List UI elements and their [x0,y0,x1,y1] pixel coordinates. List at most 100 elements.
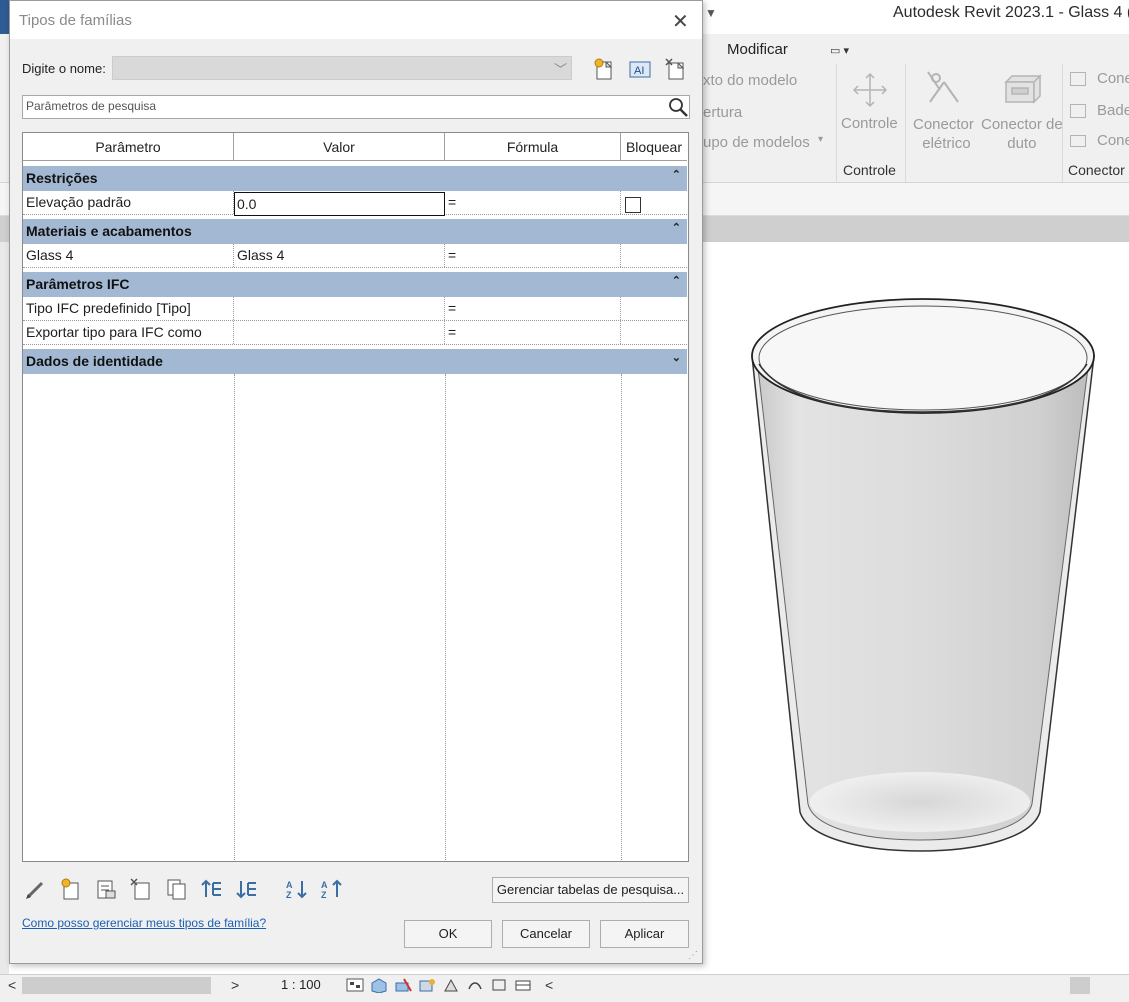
detail-level-icon[interactable] [346,977,364,993]
ribbon-separator [905,64,906,182]
ribbon-item-abertura[interactable]: ertura [703,104,742,121]
tab-modificar[interactable]: Modificar [727,41,788,58]
group-label: Dados de identidade [26,353,163,369]
param-name: Glass 4 [23,244,234,267]
delete-type-icon[interactable] [664,57,688,81]
formula-cell[interactable]: = [445,244,621,267]
param-name: Exportar tipo para IFC como [23,321,234,344]
family-types-dialog: Tipos de famílias ✕ Digite o nome: ﹀ AI … [9,0,703,964]
group-header-identidade[interactable]: Dados de identidade ⌄ [23,349,687,374]
table-row: Exportar tipo para IFC como = [23,321,687,345]
table-row: Glass 4 Glass 4 = [23,244,687,268]
electrical-connector-icon [927,71,959,103]
apply-button[interactable]: Aplicar [600,920,689,948]
conector-conduite-button[interactable]: Cone [1097,132,1129,149]
conector-eletrico-line2: elétrico [922,135,971,152]
column-header-bloquear[interactable]: Bloquear [621,133,687,161]
column-header-valor[interactable]: Valor [234,133,445,161]
chevron-down-icon: ▾ [818,134,824,145]
edit-parameter-icon[interactable] [24,877,48,901]
new-parameter-icon[interactable] [59,877,83,901]
cancel-button[interactable]: Cancelar [502,920,590,948]
conector-duto-line2: duto [1007,135,1037,152]
duct-connector-icon [1004,74,1042,104]
quick-access-dropdown-icon[interactable]: ▼ [705,6,717,20]
pipe-connector-icon [1070,72,1086,86]
controle-button[interactable]: Controle [841,115,898,132]
group-header-materiais[interactable]: Materiais e acabamentos ⌃ [23,219,687,244]
value-cell[interactable]: Glass 4 [234,244,445,267]
ok-button[interactable]: OK [404,920,492,948]
group-header-restricoes[interactable]: Restrições ⌃ [23,166,687,191]
conector-duto-line1: Conector de [981,116,1063,133]
ribbon-item-texto-modelo[interactable]: xto do modelo [703,72,797,89]
value-input[interactable]: 0.0 [234,192,445,216]
svg-text:Z: Z [321,890,327,900]
search-placeholder: Parâmetros de pesquisa [26,99,157,113]
unlocked-3d-view-icon[interactable] [514,977,532,993]
formula-cell[interactable]: = [445,191,621,214]
conector-bandeja-button[interactable]: Bade [1097,102,1129,119]
param-name: Tipo IFC predefinido [Tipo] [23,297,234,320]
chevron-down-icon: ﹀ [554,62,568,77]
column-divider [621,374,622,860]
formula-cell[interactable]: = [445,321,621,344]
conector-eletrico-line1: Conector [913,116,974,133]
group-label: Restrições [26,170,98,186]
panel-toggle-icon[interactable]: ▭ ▾ [830,44,849,57]
conector-eletrico-button[interactable]: Conector elétrico [913,115,974,153]
collapse-chevron-icon[interactable]: ⌃ [672,219,681,237]
show-crop-icon[interactable] [490,977,508,993]
delete-parameter-icon[interactable] [129,877,153,901]
horizontal-scrollbar-thumb[interactable] [22,977,211,994]
new-type-icon[interactable] [593,57,617,81]
horizontal-scrollbar-thumb[interactable] [1070,977,1090,994]
resize-grip-icon[interactable]: ⋰ [688,950,698,961]
collapse-chevron-icon[interactable]: ⌃ [672,272,681,290]
shadows-icon[interactable] [418,977,436,993]
table-row: Tipo IFC predefinido [Tipo] = [23,297,687,321]
column-header-parametro[interactable]: Parâmetro [23,133,234,161]
type-name-label: Digite o nome: [22,61,106,76]
move-down-icon[interactable] [235,877,259,901]
panel-label-controle: Controle [843,162,896,178]
lock-checkbox[interactable] [625,197,641,213]
value-cell[interactable] [234,297,445,320]
collapse-chevron-icon[interactable]: ⌃ [672,166,681,184]
param-name: Elevação padrão [23,191,234,214]
scroll-left-icon[interactable]: < [8,977,16,993]
render-icon[interactable] [442,977,460,993]
group-label: Parâmetros IFC [26,276,130,292]
view-scale[interactable]: 1 : 100 [281,977,321,992]
move-up-icon[interactable] [200,877,224,901]
search-icon[interactable] [667,96,689,118]
column-divider [234,374,235,860]
ribbon-item-grupo-modelos[interactable]: upo de modelos [703,134,810,151]
group-label: Materiais e acabamentos [26,223,192,239]
group-header-ifc[interactable]: Parâmetros IFC ⌃ [23,272,687,297]
expand-chevron-icon[interactable]: ⌄ [672,349,681,367]
scroll-right-icon[interactable]: > [231,977,239,993]
visual-style-icon[interactable] [370,977,388,993]
help-link[interactable]: Como posso gerenciar meus tipos de famíl… [22,916,266,930]
scroll-left-icon[interactable]: < [545,977,553,993]
cable-tray-connector-icon [1070,104,1086,118]
manage-lookup-tables-button[interactable]: Gerenciar tabelas de pesquisa... [492,877,689,903]
sun-path-icon[interactable] [394,977,412,993]
formula-cell[interactable]: = [445,297,621,320]
sort-descending-icon[interactable]: AZ [319,877,343,901]
conector-tubulacao-button[interactable]: Cone [1097,70,1129,87]
conector-duto-button[interactable]: Conector de duto [981,115,1063,153]
move-arrows-icon [852,72,888,108]
sort-ascending-icon[interactable]: AZ [284,877,308,901]
column-header-formula[interactable]: Fórmula [445,133,621,161]
crop-view-icon[interactable] [466,977,484,993]
close-icon[interactable]: ✕ [672,9,689,34]
copy-parameter-icon[interactable] [165,877,189,901]
column-divider [445,374,446,860]
parameter-properties-icon[interactable] [94,877,118,901]
type-name-select[interactable] [112,56,572,80]
rename-type-icon[interactable]: AI [628,57,652,81]
ribbon-separator [836,64,837,182]
value-cell[interactable] [234,321,445,344]
